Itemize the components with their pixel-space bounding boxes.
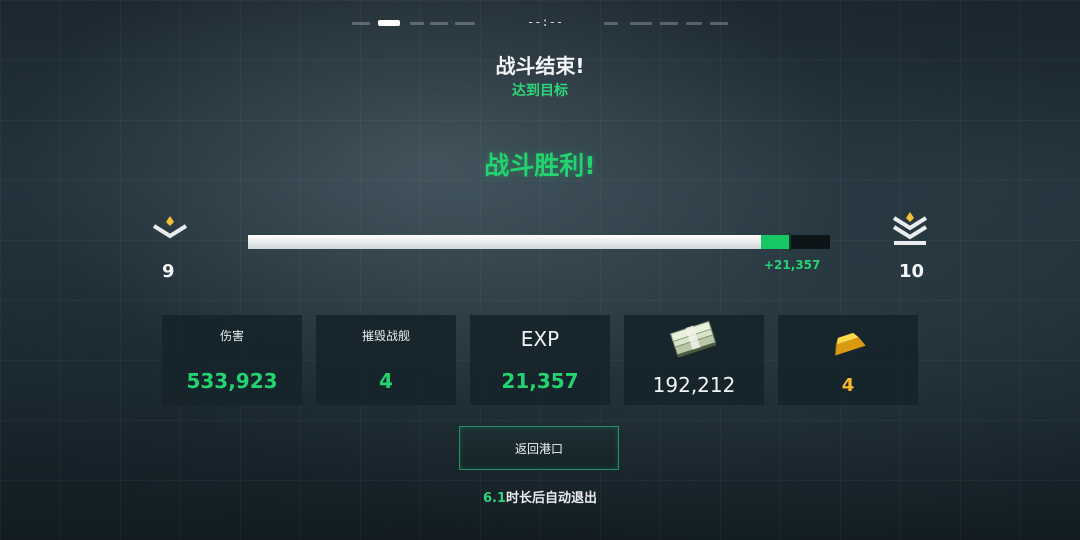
status-indicator <box>455 22 475 25</box>
stat-card-credits: 192,212 <box>624 315 764 405</box>
next-rank-number: 10 <box>899 261 925 282</box>
stat-card-damage: 伤害 533,923 <box>162 315 302 405</box>
next-rank-chevron-icon <box>892 212 928 252</box>
cash-stack-icon <box>624 321 764 361</box>
countdown-seconds: 6.1 <box>482 491 506 506</box>
return-to-port-button[interactable]: 返回港口 <box>459 426 619 470</box>
status-clock: --:-- <box>527 15 564 29</box>
experience-gain-label: +21,357 <box>764 258 821 272</box>
stat-value: 4 <box>841 375 855 396</box>
stat-value: 533,923 <box>186 369 278 393</box>
status-indicator <box>430 22 448 25</box>
gold-bar-icon <box>778 321 918 361</box>
victory-banner: 战斗胜利! <box>484 151 596 180</box>
stat-value: 21,357 <box>501 369 579 393</box>
battery-icon <box>378 20 400 26</box>
status-bar: --:-- <box>0 15 1080 34</box>
stat-card-exp: EXP 21,357 <box>470 315 610 405</box>
experience-marker <box>789 233 792 251</box>
stat-value: 4 <box>379 369 393 393</box>
status-indicator <box>604 22 618 25</box>
experience-gain-fill <box>761 235 791 249</box>
status-indicator <box>710 22 728 25</box>
objective-reached-label: 达到目标 <box>512 83 568 99</box>
status-indicator <box>630 22 652 25</box>
stat-label: 摧毁战舰 <box>361 329 410 343</box>
stat-card-gold: 4 <box>778 315 918 405</box>
stat-label: 伤害 <box>219 329 244 343</box>
stat-label: EXP <box>520 327 560 351</box>
experience-base-fill <box>248 235 762 249</box>
status-indicator <box>686 22 702 25</box>
auto-exit-countdown: 6.1时长后自动退出 <box>0 487 1080 506</box>
status-indicator <box>352 22 370 25</box>
rank-chevron-icon <box>152 216 188 246</box>
experience-progress-bar <box>248 233 830 251</box>
current-rank-number: 9 <box>162 261 175 282</box>
status-indicator <box>410 22 424 25</box>
stat-value: 192,212 <box>652 373 736 397</box>
auto-exit-text: 时长后自动退出 <box>506 491 598 506</box>
status-indicator <box>660 22 678 25</box>
stat-card-ships-destroyed: 摧毁战舰 4 <box>316 315 456 405</box>
battle-end-title: 战斗结束! <box>495 54 585 78</box>
